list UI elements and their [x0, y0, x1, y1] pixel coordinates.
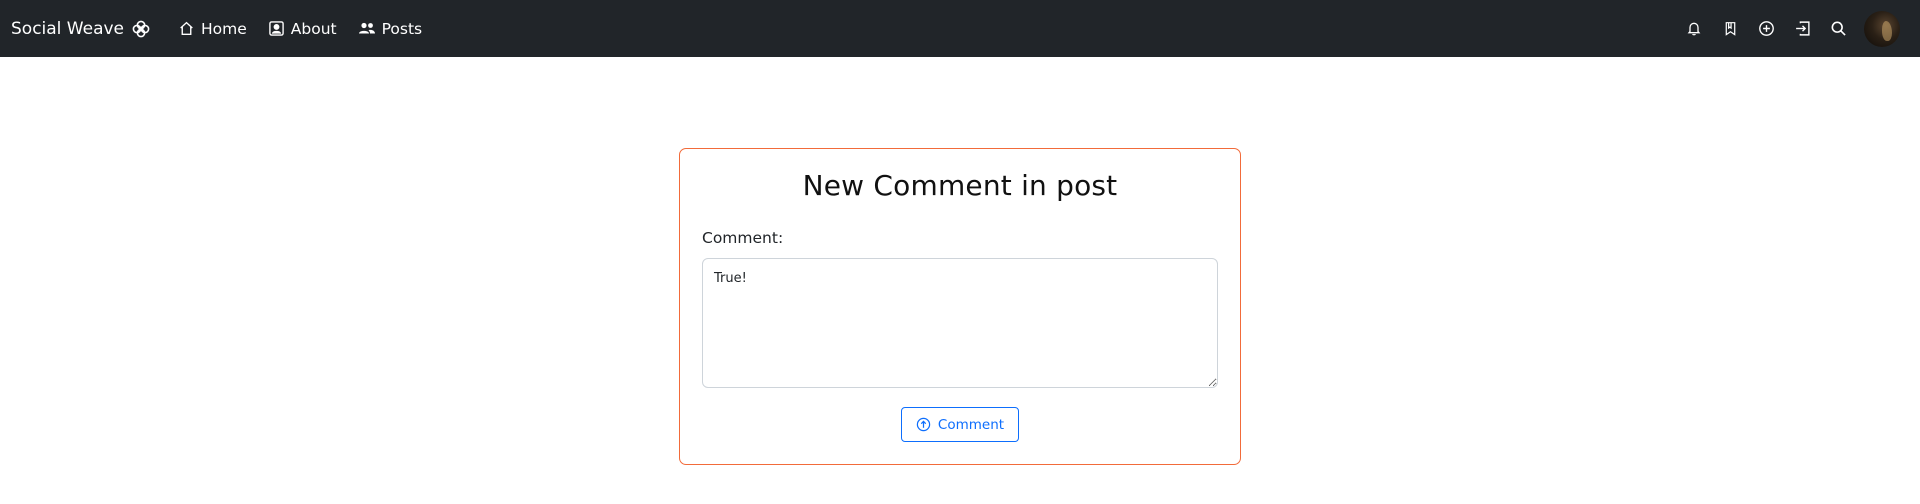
comment-field[interactable]: True!	[702, 258, 1218, 388]
arrow-up-circle-icon	[916, 417, 931, 432]
nav-links: Home About Posts	[178, 0, 443, 57]
flower-icon	[131, 19, 151, 39]
nav-link-label: About	[290, 19, 337, 38]
plus-circle-icon[interactable]	[1756, 19, 1776, 39]
bookmark-icon[interactable]	[1720, 19, 1740, 39]
bell-icon[interactable]	[1684, 19, 1704, 39]
nav-link-posts[interactable]: Posts	[358, 19, 423, 38]
new-comment-card: New Comment in post Comment: True! Comme…	[679, 148, 1241, 465]
nav-actions	[1668, 0, 1900, 57]
brand-name: Social Weave	[11, 18, 125, 39]
avatar[interactable]	[1864, 10, 1900, 47]
comment-submit-label: Comment	[937, 416, 1005, 433]
comment-label: Comment:	[702, 229, 784, 247]
nav-link-label: Home	[201, 19, 247, 38]
search-icon[interactable]	[1828, 19, 1848, 39]
nav-link-label: Posts	[381, 19, 423, 38]
house-icon	[180, 21, 193, 36]
people-icon	[358, 22, 375, 34]
person-badge-icon	[269, 21, 284, 36]
nav-link-about[interactable]: About	[268, 20, 337, 38]
nav-link-home[interactable]: Home	[178, 20, 247, 38]
comment-submit-button[interactable]: Comment	[901, 407, 1019, 442]
logout-icon[interactable]	[1792, 19, 1812, 39]
top-navbar: Social Weave Home About Posts	[0, 0, 1920, 57]
page-title: New Comment in post	[802, 169, 1118, 202]
brand-link[interactable]: Social Weave	[11, 0, 151, 57]
